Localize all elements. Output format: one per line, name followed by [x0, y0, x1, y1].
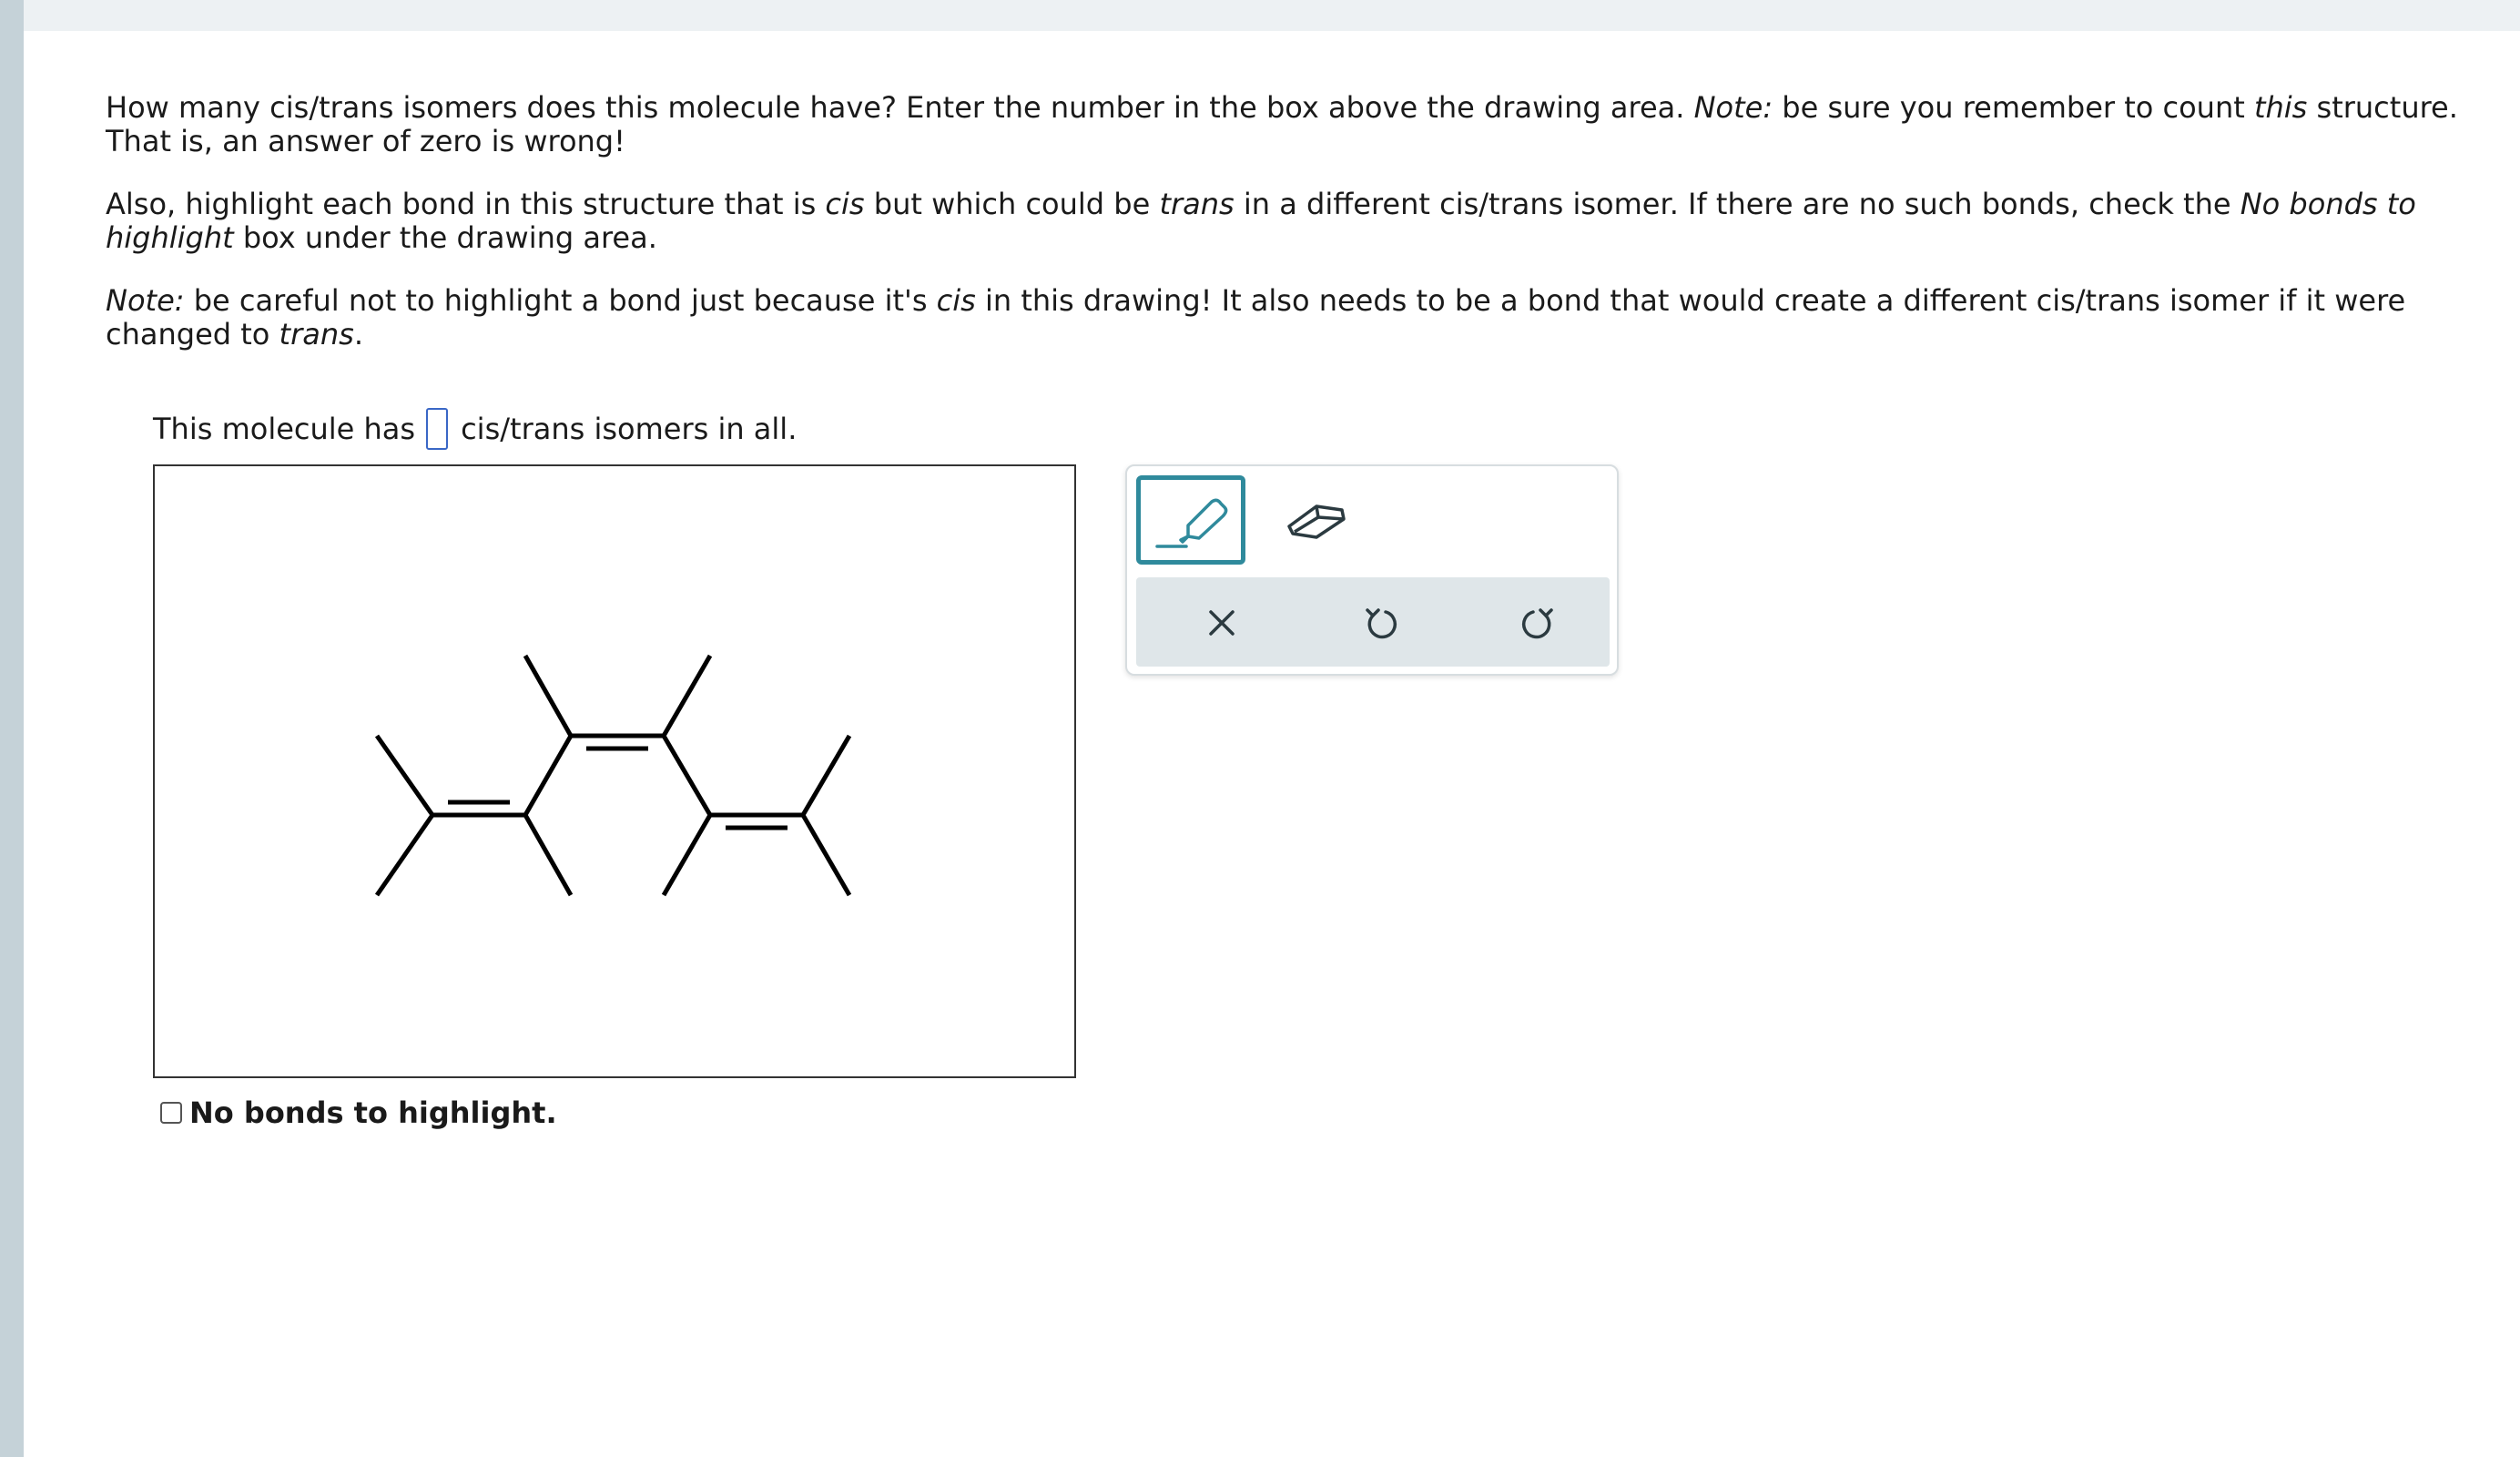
redo-icon	[1521, 608, 1553, 639]
close-icon	[1209, 610, 1235, 636]
no-bonds-option[interactable]: No bonds to highlight.	[160, 1093, 557, 1133]
text: box under the drawing area.	[233, 220, 657, 255]
bond[interactable]	[523, 813, 574, 897]
text-em: trans	[279, 317, 354, 352]
pencil-icon	[1155, 498, 1228, 548]
text: Also, highlight each bond in this struct…	[106, 187, 826, 221]
question-paragraph-1: How many cis/trans isomers does this mol…	[106, 91, 2491, 158]
top-bar	[24, 0, 2520, 31]
bond[interactable]	[800, 813, 852, 897]
bond[interactable]	[523, 654, 574, 738]
action-row	[1136, 577, 1610, 667]
undo-button[interactable]	[1351, 594, 1409, 652]
text: How many cis/trans isomers does this mol…	[106, 90, 1694, 125]
text: but which could be	[864, 187, 1160, 221]
bond[interactable]	[661, 813, 713, 897]
answer-line: This molecule has cis/trans isomers in a…	[153, 407, 797, 451]
isomer-count-input[interactable]	[426, 408, 449, 450]
molecule-structure	[374, 654, 852, 897]
bond[interactable]	[374, 734, 435, 817]
text: in a different cis/trans isomer. If ther…	[1234, 187, 2241, 221]
pencil-tool-button[interactable]	[1136, 475, 1245, 565]
text: be sure you remember to count	[1773, 90, 2254, 125]
bond[interactable]	[374, 813, 435, 897]
answer-prefix: This molecule has	[153, 412, 416, 446]
text-em: cis	[936, 283, 976, 318]
no-bonds-checkbox[interactable]	[160, 1102, 182, 1124]
clear-button[interactable]	[1193, 594, 1251, 652]
text: .	[353, 317, 363, 352]
text-em: this	[2253, 90, 2308, 125]
eraser-icon	[1287, 504, 1346, 539]
undo-icon	[1366, 608, 1397, 639]
text-em: cis	[825, 187, 865, 221]
question-text: How many cis/trans isomers does this mol…	[106, 91, 2491, 381]
bond[interactable]	[661, 734, 713, 817]
bond[interactable]	[661, 654, 713, 738]
bond[interactable]	[523, 734, 574, 817]
answer-suffix: cis/trans isomers in all.	[461, 412, 798, 446]
text-em: trans	[1159, 187, 1235, 221]
drawing-area[interactable]	[153, 464, 1076, 1078]
question-paragraph-3: Note: be careful not to highlight a bond…	[106, 284, 2491, 352]
text: be careful not to highlight a bond just …	[184, 283, 937, 318]
no-bonds-label: No bonds to highlight.	[189, 1095, 557, 1130]
left-strip	[0, 0, 24, 1457]
eraser-tool-button[interactable]	[1282, 486, 1351, 552]
drawing-toolbar	[1125, 464, 1619, 676]
redo-button[interactable]	[1509, 594, 1568, 652]
question-paragraph-2: Also, highlight each bond in this struct…	[106, 188, 2491, 255]
text-em: Note:	[1693, 90, 1773, 125]
text-em: Note:	[106, 283, 185, 318]
bond[interactable]	[800, 734, 852, 817]
